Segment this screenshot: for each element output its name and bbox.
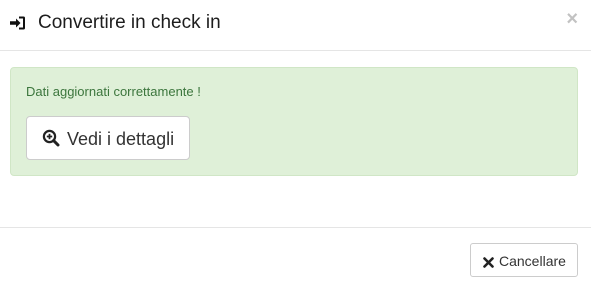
success-alert: Dati aggiornati correttamente ! Vedi i d… [10,67,578,176]
modal-header: Convertire in check in × [0,0,591,51]
close-icon[interactable]: × [566,9,578,29]
times-icon [483,255,494,268]
cancel-label: Cancellare [499,253,566,269]
view-details-label: Vedi i dettagli [67,129,175,149]
modal-footer: Cancellare [0,227,591,290]
search-plus-icon [42,129,60,147]
convert-checkin-modal: Convertire in check in × Dati aggiornati… [0,0,591,290]
modal-title: Convertire in check in [38,12,221,33]
cancel-button[interactable]: Cancellare [470,243,578,277]
sign-in-icon [9,14,27,32]
success-message: Dati aggiornati correttamente ! [26,84,201,99]
view-details-button[interactable]: Vedi i dettagli [26,116,190,160]
